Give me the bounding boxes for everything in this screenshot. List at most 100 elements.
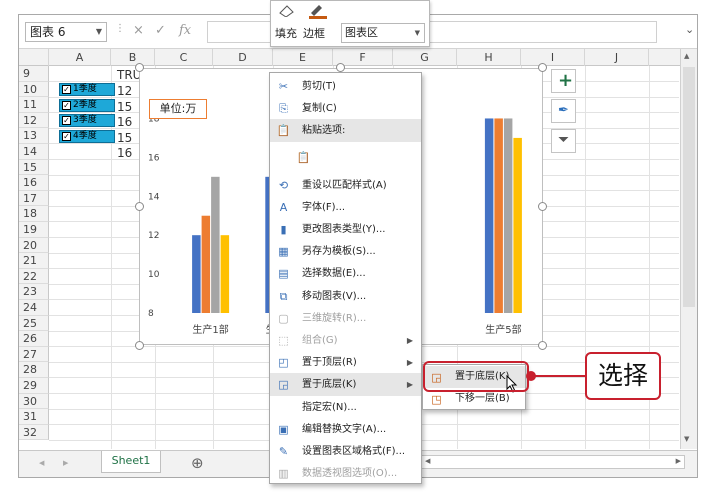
menu-item[interactable]: ▣ 编辑替换文字(A)... <box>270 418 421 440</box>
row-header[interactable]: 10 <box>19 81 49 98</box>
resize-handle-br[interactable] <box>538 341 547 350</box>
menu-item[interactable]: ▥ 数据透视图选项(O)... <box>270 462 421 484</box>
row-header[interactable]: 30 <box>19 393 49 410</box>
menu-item[interactable]: ▮ 更改图表类型(Y)... <box>270 218 421 240</box>
row-header[interactable]: 19 <box>19 222 49 238</box>
expand-formula-icon[interactable]: ⌄ <box>685 23 694 36</box>
menu-item[interactable]: ⎘ 复制(C) <box>270 97 421 119</box>
menu-item[interactable]: ▢ 三维旋转(R)... <box>270 307 421 329</box>
select-all-corner[interactable] <box>19 49 49 66</box>
fill-bucket-icon[interactable] <box>277 3 297 18</box>
quarter-checkbox[interactable]: ✓ 1季度 <box>59 83 115 96</box>
row-header[interactable]: 11 <box>19 97 49 113</box>
chart-elements-button[interactable]: + <box>551 69 576 93</box>
column-header-i[interactable]: I <box>521 49 585 66</box>
checkbox-check-icon[interactable]: ✓ <box>62 100 71 110</box>
menu-item[interactable]: ▤ 选择数据(E)... <box>270 262 421 284</box>
row-header[interactable]: 9 <box>19 66 49 82</box>
menu-item[interactable]: 指定宏(N)... <box>270 396 421 418</box>
hscroll-right-icon[interactable]: ▶ <box>676 457 681 465</box>
row-header[interactable]: 15 <box>19 159 49 176</box>
hscroll-left-icon[interactable]: ◀ <box>425 457 430 465</box>
name-box[interactable]: 图表 6 ▼ <box>25 22 107 42</box>
menu-item[interactable]: ⟲ 重设以匹配样式(A) <box>270 174 421 196</box>
bar[interactable] <box>220 235 230 313</box>
row-header[interactable]: 22 <box>19 268 49 285</box>
scroll-down-icon[interactable]: ▼ <box>684 435 689 443</box>
menu-item[interactable]: ⬚ 组合(G) ▶ <box>270 329 421 351</box>
row-header[interactable]: 31 <box>19 409 49 425</box>
row-header[interactable]: 21 <box>19 253 49 269</box>
resize-handle-tr[interactable] <box>538 63 547 72</box>
column-header-d[interactable]: D <box>213 49 273 66</box>
row-header[interactable]: 29 <box>19 378 49 394</box>
bar[interactable] <box>503 118 513 313</box>
bar[interactable] <box>201 215 211 313</box>
fill-label[interactable]: 填充 <box>275 25 297 41</box>
row-header[interactable]: 25 <box>19 315 49 332</box>
chart-styles-button[interactable]: ✒ <box>551 99 576 123</box>
insert-function-icon[interactable]: fx <box>179 23 191 38</box>
border-pen-icon[interactable] <box>307 3 329 19</box>
row-header[interactable]: 24 <box>19 300 49 316</box>
bar[interactable] <box>211 176 220 313</box>
tab-sheet1[interactable]: Sheet1 <box>101 451 161 473</box>
menu-item[interactable]: 📋 粘贴选项: <box>270 119 421 142</box>
quarter-checkbox[interactable]: ✓ 2季度 <box>59 98 115 112</box>
row-header[interactable]: 26 <box>19 331 49 347</box>
column-header-g[interactable]: G <box>393 49 457 66</box>
column-header-a[interactable]: A <box>49 49 111 66</box>
menu-item[interactable]: A 字体(F)... <box>270 196 421 218</box>
menu-item[interactable]: ✎ 设置图表区域格式(F)... <box>270 440 421 462</box>
menu-item[interactable]: ◲ 置于底层(K) ▶ <box>270 373 421 396</box>
column-header-h[interactable]: H <box>457 49 521 66</box>
bar[interactable] <box>484 118 494 313</box>
bar[interactable] <box>192 235 201 313</box>
tab-scroll-left-icon[interactable]: ◀ <box>39 459 44 467</box>
menu-item[interactable]: ◰ 置于顶层(R) ▶ <box>270 351 421 373</box>
quarter-checkbox[interactable]: ✓ 4季度 <box>59 129 115 143</box>
horizontal-scrollbar[interactable]: ◀ ▶ <box>421 455 685 469</box>
checkbox-check-icon[interactable]: ✓ <box>62 131 71 141</box>
bar[interactable] <box>513 137 522 313</box>
column-header-b[interactable]: B <box>111 49 155 66</box>
bar[interactable] <box>494 118 503 313</box>
row-header[interactable]: 16 <box>19 175 49 191</box>
resize-handle-tl[interactable] <box>135 63 144 72</box>
row-header[interactable]: 32 <box>19 424 49 441</box>
resize-handle-ml[interactable] <box>135 202 144 211</box>
menu-item[interactable]: 📋 <box>270 142 421 174</box>
chart-element-select[interactable]: 图表区 ▼ <box>341 23 425 43</box>
row-header[interactable]: 20 <box>19 237 49 254</box>
row-header[interactable]: 23 <box>19 284 49 300</box>
menu-item[interactable]: ✂ 剪切(T) <box>270 75 421 97</box>
row-header[interactable]: 17 <box>19 190 49 207</box>
resize-handle-tm[interactable] <box>336 63 345 72</box>
scroll-up-icon[interactable]: ▲ <box>684 52 689 60</box>
quarter-checkbox[interactable]: ✓ 3季度 <box>59 114 115 128</box>
row-header[interactable]: 27 <box>19 346 49 363</box>
tab-scroll-right-icon[interactable]: ▶ <box>63 459 68 467</box>
row-header[interactable]: 28 <box>19 362 49 378</box>
unit-annotation[interactable]: 单位:万 <box>149 99 207 119</box>
scroll-thumb[interactable] <box>683 67 695 307</box>
column-header-j[interactable]: J <box>585 49 649 66</box>
chevron-down-icon[interactable]: ▼ <box>415 24 420 42</box>
row-header[interactable]: 13 <box>19 128 49 144</box>
add-sheet-icon[interactable]: ⊕ <box>191 454 204 472</box>
checkbox-check-icon[interactable]: ✓ <box>62 116 71 126</box>
border-label[interactable]: 边框 <box>303 25 325 41</box>
vertical-scrollbar[interactable]: ▲ ▼ <box>680 49 697 449</box>
row-header[interactable]: 14 <box>19 144 49 160</box>
row-header[interactable]: 12 <box>19 112 49 129</box>
chart-filters-button[interactable]: ⏷ <box>551 129 576 153</box>
cancel-icon[interactable]: × <box>133 23 144 38</box>
checkbox-check-icon[interactable]: ✓ <box>62 85 71 94</box>
row-header[interactable]: 18 <box>19 206 49 222</box>
resize-handle-bl[interactable] <box>135 341 144 350</box>
column-header-e[interactable]: E <box>273 49 333 66</box>
menu-item[interactable]: ⧉ 移动图表(V)... <box>270 285 421 307</box>
menu-item[interactable]: ▦ 另存为模板(S)... <box>270 240 421 262</box>
column-header-c[interactable]: C <box>155 49 213 66</box>
enter-icon[interactable]: ✓ <box>155 23 166 38</box>
